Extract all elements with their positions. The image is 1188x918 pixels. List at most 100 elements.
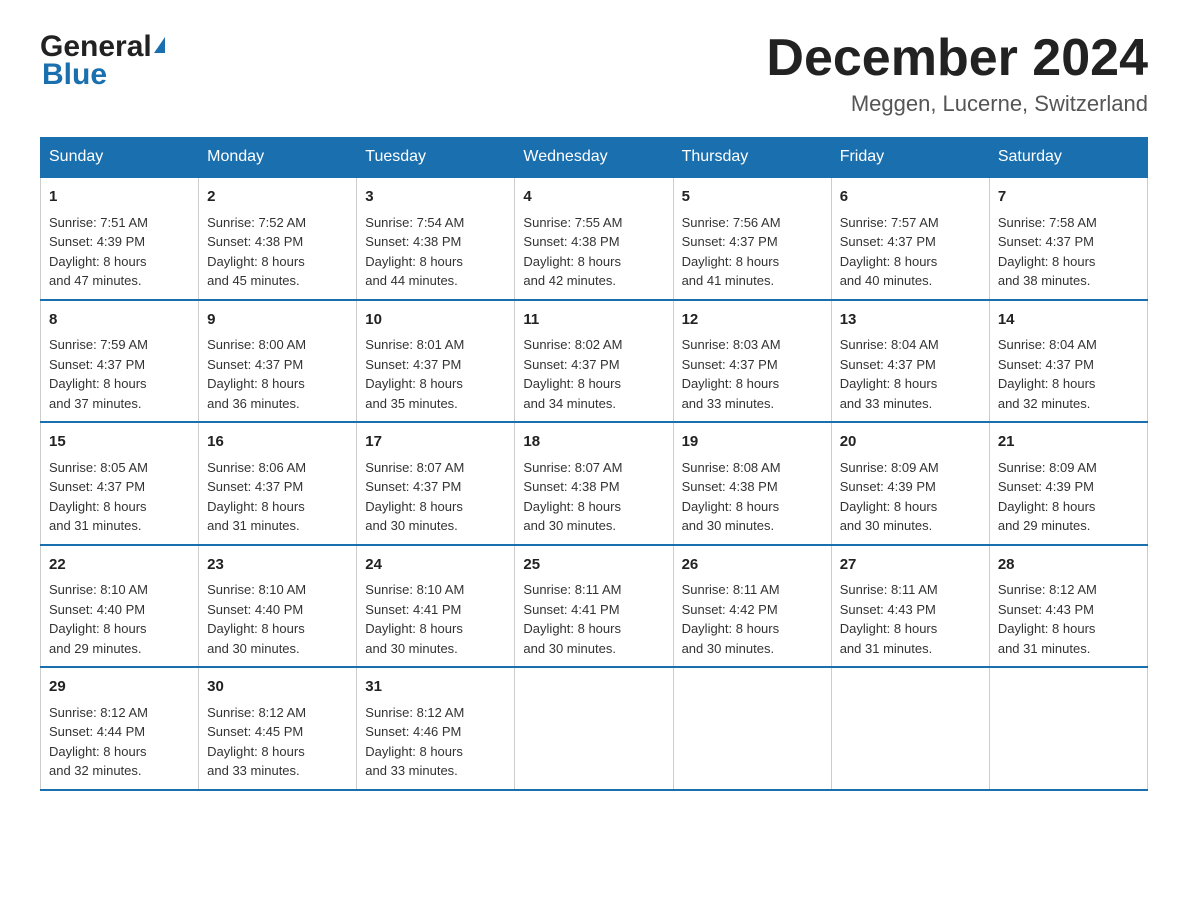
day-number: 30 bbox=[207, 676, 348, 699]
day-info: Sunrise: 8:06 AMSunset: 4:37 PMDaylight:… bbox=[207, 458, 348, 536]
logo-blue: Blue bbox=[40, 58, 107, 92]
calendar-day-cell: 7 Sunrise: 7:58 AMSunset: 4:37 PMDaylight… bbox=[989, 177, 1147, 300]
calendar-day-cell: 12 Sunrise: 8:03 AMSunset: 4:37 PMDayligh… bbox=[673, 300, 831, 423]
calendar-day-cell: 20Sunrise: 8:09 AMSunset: 4:39 PMDayligh… bbox=[831, 422, 989, 545]
day-info: Sunrise: 8:04 AMSunset: 4:37 PMDaylight:… bbox=[840, 335, 981, 413]
calendar-day-cell: 3 Sunrise: 7:54 AMSunset: 4:38 PMDaylight… bbox=[357, 177, 515, 300]
day-number: 19 bbox=[682, 431, 823, 454]
day-number: 25 bbox=[523, 554, 664, 577]
day-info: Sunrise: 8:11 AMSunset: 4:42 PMDaylight:… bbox=[682, 580, 823, 658]
calendar-day-cell: 2 Sunrise: 7:52 AMSunset: 4:38 PMDaylight… bbox=[199, 177, 357, 300]
day-number: 18 bbox=[523, 431, 664, 454]
calendar-day-cell: 11 Sunrise: 8:02 AMSunset: 4:37 PMDayligh… bbox=[515, 300, 673, 423]
calendar-day-cell: 9 Sunrise: 8:00 AMSunset: 4:37 PMDaylight… bbox=[199, 300, 357, 423]
calendar-day-cell: 29 Sunrise: 8:12 AMSunset: 4:44 PMDayligh… bbox=[41, 667, 199, 790]
day-number: 15 bbox=[49, 431, 190, 454]
calendar-day-cell: 19Sunrise: 8:08 AMSunset: 4:38 PMDayligh… bbox=[673, 422, 831, 545]
day-number: 21 bbox=[998, 431, 1139, 454]
calendar-day-cell: 30 Sunrise: 8:12 AMSunset: 4:45 PMDayligh… bbox=[199, 667, 357, 790]
day-number: 12 bbox=[682, 309, 823, 332]
day-info: Sunrise: 7:56 AMSunset: 4:37 PMDaylight:… bbox=[682, 213, 823, 291]
logo-triangle-icon bbox=[154, 37, 165, 53]
calendar-day-cell bbox=[989, 667, 1147, 790]
day-number: 11 bbox=[523, 309, 664, 332]
calendar-day-cell: 21 Sunrise: 8:09 AMSunset: 4:39 PMDayligh… bbox=[989, 422, 1147, 545]
day-number: 9 bbox=[207, 309, 348, 332]
day-info: Sunrise: 7:58 AMSunset: 4:37 PMDaylight:… bbox=[998, 213, 1139, 291]
day-number: 22 bbox=[49, 554, 190, 577]
day-info: Sunrise: 7:57 AMSunset: 4:37 PMDaylight:… bbox=[840, 213, 981, 291]
day-info: Sunrise: 7:54 AMSunset: 4:38 PMDaylight:… bbox=[365, 213, 506, 291]
calendar-day-cell: 28 Sunrise: 8:12 AMSunset: 4:43 PMDayligh… bbox=[989, 545, 1147, 668]
day-number: 23 bbox=[207, 554, 348, 577]
calendar-day-cell: 27Sunrise: 8:11 AMSunset: 4:43 PMDayligh… bbox=[831, 545, 989, 668]
day-info: Sunrise: 8:12 AMSunset: 4:43 PMDaylight:… bbox=[998, 580, 1139, 658]
day-info: Sunrise: 8:12 AMSunset: 4:46 PMDaylight:… bbox=[365, 703, 506, 781]
day-number: 7 bbox=[998, 186, 1139, 209]
calendar-day-cell: 13 Sunrise: 8:04 AMSunset: 4:37 PMDayligh… bbox=[831, 300, 989, 423]
day-number: 6 bbox=[840, 186, 981, 209]
day-info: Sunrise: 8:07 AMSunset: 4:37 PMDaylight:… bbox=[365, 458, 506, 536]
calendar-table: SundayMondayTuesdayWednesdayThursdayFrid… bbox=[40, 137, 1148, 791]
day-info: Sunrise: 7:51 AMSunset: 4:39 PMDaylight:… bbox=[49, 213, 190, 291]
calendar-week-row: 22 Sunrise: 8:10 AMSunset: 4:40 PMDayligh… bbox=[41, 545, 1148, 668]
calendar-week-row: 1 Sunrise: 7:51 AMSunset: 4:39 PMDaylight… bbox=[41, 177, 1148, 300]
calendar-day-cell: 5 Sunrise: 7:56 AMSunset: 4:37 PMDaylight… bbox=[673, 177, 831, 300]
calendar-day-cell: 22 Sunrise: 8:10 AMSunset: 4:40 PMDayligh… bbox=[41, 545, 199, 668]
calendar-day-cell: 4 Sunrise: 7:55 AMSunset: 4:38 PMDaylight… bbox=[515, 177, 673, 300]
day-number: 4 bbox=[523, 186, 664, 209]
day-info: Sunrise: 8:10 AMSunset: 4:40 PMDaylight:… bbox=[207, 580, 348, 658]
day-header-thursday: Thursday bbox=[673, 138, 831, 178]
logo: General Blue bbox=[40, 30, 165, 92]
calendar-day-cell: 31 Sunrise: 8:12 AMSunset: 4:46 PMDayligh… bbox=[357, 667, 515, 790]
day-number: 28 bbox=[998, 554, 1139, 577]
month-title: December 2024 bbox=[766, 30, 1148, 87]
day-number: 20 bbox=[840, 431, 981, 454]
page-header: General Blue December 2024 Meggen, Lucer… bbox=[40, 30, 1148, 117]
day-number: 8 bbox=[49, 309, 190, 332]
day-info: Sunrise: 8:03 AMSunset: 4:37 PMDaylight:… bbox=[682, 335, 823, 413]
day-info: Sunrise: 8:11 AMSunset: 4:43 PMDaylight:… bbox=[840, 580, 981, 658]
day-info: Sunrise: 8:05 AMSunset: 4:37 PMDaylight:… bbox=[49, 458, 190, 536]
calendar-day-cell: 6 Sunrise: 7:57 AMSunset: 4:37 PMDaylight… bbox=[831, 177, 989, 300]
day-info: Sunrise: 8:12 AMSunset: 4:44 PMDaylight:… bbox=[49, 703, 190, 781]
day-number: 1 bbox=[49, 186, 190, 209]
calendar-day-cell: 24Sunrise: 8:10 AMSunset: 4:41 PMDayligh… bbox=[357, 545, 515, 668]
day-number: 13 bbox=[840, 309, 981, 332]
day-header-sunday: Sunday bbox=[41, 138, 199, 178]
day-info: Sunrise: 7:59 AMSunset: 4:37 PMDaylight:… bbox=[49, 335, 190, 413]
day-number: 31 bbox=[365, 676, 506, 699]
day-number: 2 bbox=[207, 186, 348, 209]
calendar-header-row: SundayMondayTuesdayWednesdayThursdayFrid… bbox=[41, 138, 1148, 178]
day-header-wednesday: Wednesday bbox=[515, 138, 673, 178]
day-header-friday: Friday bbox=[831, 138, 989, 178]
day-number: 24 bbox=[365, 554, 506, 577]
day-number: 10 bbox=[365, 309, 506, 332]
day-header-monday: Monday bbox=[199, 138, 357, 178]
calendar-day-cell: 15 Sunrise: 8:05 AMSunset: 4:37 PMDayligh… bbox=[41, 422, 199, 545]
calendar-day-cell bbox=[515, 667, 673, 790]
calendar-day-cell bbox=[831, 667, 989, 790]
day-info: Sunrise: 8:09 AMSunset: 4:39 PMDaylight:… bbox=[998, 458, 1139, 536]
title-section: December 2024 Meggen, Lucerne, Switzerla… bbox=[766, 30, 1148, 117]
day-info: Sunrise: 8:04 AMSunset: 4:37 PMDaylight:… bbox=[998, 335, 1139, 413]
day-info: Sunrise: 8:12 AMSunset: 4:45 PMDaylight:… bbox=[207, 703, 348, 781]
calendar-day-cell bbox=[673, 667, 831, 790]
day-info: Sunrise: 8:10 AMSunset: 4:40 PMDaylight:… bbox=[49, 580, 190, 658]
day-info: Sunrise: 8:07 AMSunset: 4:38 PMDaylight:… bbox=[523, 458, 664, 536]
calendar-day-cell: 1 Sunrise: 7:51 AMSunset: 4:39 PMDaylight… bbox=[41, 177, 199, 300]
calendar-day-cell: 14Sunrise: 8:04 AMSunset: 4:37 PMDayligh… bbox=[989, 300, 1147, 423]
day-info: Sunrise: 8:02 AMSunset: 4:37 PMDaylight:… bbox=[523, 335, 664, 413]
day-number: 5 bbox=[682, 186, 823, 209]
day-number: 3 bbox=[365, 186, 506, 209]
day-info: Sunrise: 8:00 AMSunset: 4:37 PMDaylight:… bbox=[207, 335, 348, 413]
day-info: Sunrise: 8:11 AMSunset: 4:41 PMDaylight:… bbox=[523, 580, 664, 658]
calendar-day-cell: 16Sunrise: 8:06 AMSunset: 4:37 PMDayligh… bbox=[199, 422, 357, 545]
day-info: Sunrise: 7:52 AMSunset: 4:38 PMDaylight:… bbox=[207, 213, 348, 291]
calendar-day-cell: 26Sunrise: 8:11 AMSunset: 4:42 PMDayligh… bbox=[673, 545, 831, 668]
day-info: Sunrise: 7:55 AMSunset: 4:38 PMDaylight:… bbox=[523, 213, 664, 291]
day-header-saturday: Saturday bbox=[989, 138, 1147, 178]
day-number: 29 bbox=[49, 676, 190, 699]
calendar-day-cell: 25 Sunrise: 8:11 AMSunset: 4:41 PMDayligh… bbox=[515, 545, 673, 668]
calendar-week-row: 29 Sunrise: 8:12 AMSunset: 4:44 PMDayligh… bbox=[41, 667, 1148, 790]
